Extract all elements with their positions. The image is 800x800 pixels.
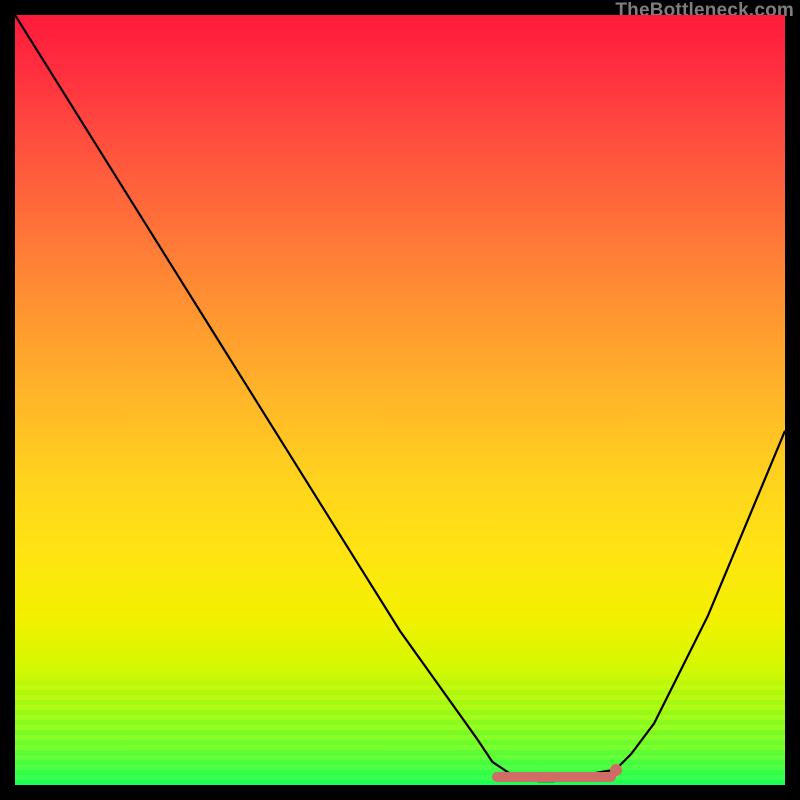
gradient-background (15, 15, 785, 785)
plot-area (15, 15, 785, 785)
optimal-point-marker (610, 764, 622, 776)
optimal-range-bar (492, 772, 615, 782)
chart-stage: TheBottleneck.com (0, 0, 800, 800)
